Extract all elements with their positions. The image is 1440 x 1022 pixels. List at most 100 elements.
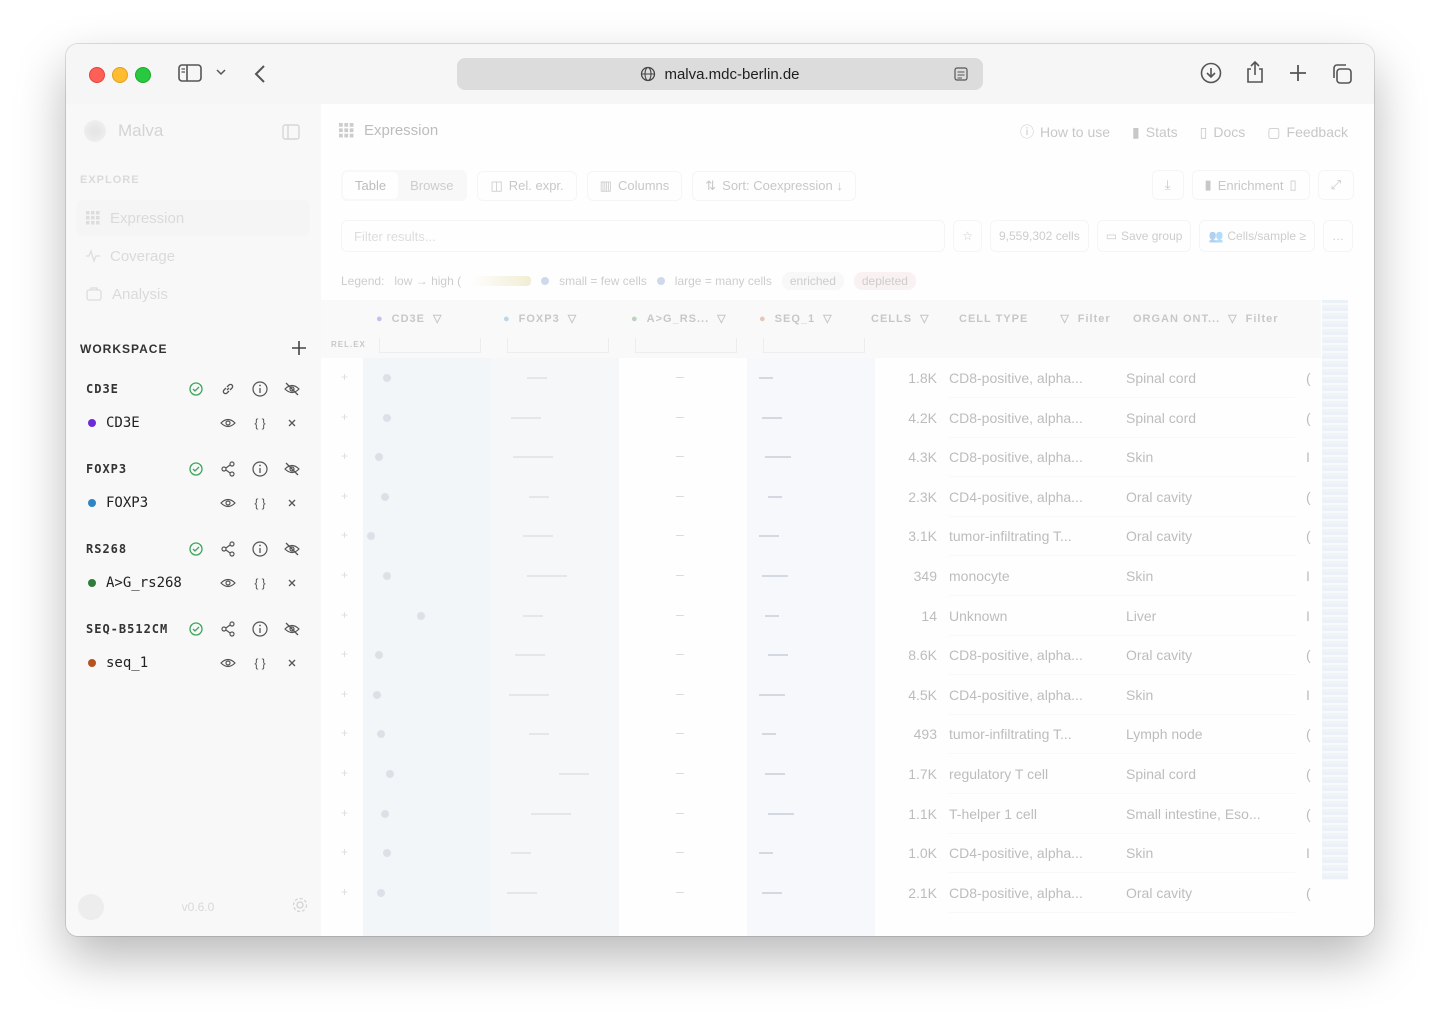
expand-row-icon[interactable]: + <box>341 766 348 780</box>
minimize-window-button[interactable] <box>112 67 128 83</box>
filter-icon[interactable]: ▽ <box>1060 312 1069 325</box>
eye-off-icon[interactable] <box>282 539 302 559</box>
organ-value[interactable]: Oral cavity <box>1126 885 1296 901</box>
organ-value[interactable]: Lymph node <box>1126 726 1296 742</box>
check-circle-icon[interactable] <box>186 379 206 399</box>
cell-type-value[interactable]: CD8-positive, alpha... <box>949 647 1115 663</box>
expand-row-icon[interactable]: + <box>341 370 348 384</box>
check-circle-icon[interactable] <box>186 619 206 639</box>
table-row[interactable]: + – 4.2K CD8-positive, alpha... Spinal cord ( <box>321 398 1321 438</box>
expand-row-icon[interactable]: + <box>341 885 348 899</box>
info-icon[interactable] <box>250 619 270 639</box>
table-row[interactable]: + – 8.6K CD8-positive, alpha... Oral cavity ( <box>321 635 1321 676</box>
expand-button[interactable]: ⤢ <box>1317 170 1354 200</box>
expand-row-icon[interactable]: + <box>341 489 348 503</box>
app-brand[interactable]: Malva <box>84 120 163 142</box>
nav-coverage[interactable]: Coverage <box>76 238 310 274</box>
organ-value[interactable]: Oral cavity <box>1126 489 1296 505</box>
expand-row-icon[interactable]: + <box>341 528 348 542</box>
address-bar[interactable]: malva.mdc-berlin.de <box>457 58 983 90</box>
info-icon[interactable] <box>250 459 270 479</box>
table-row[interactable]: + – 349 monocyte Skin I <box>321 556 1321 596</box>
new-tab-icon[interactable] <box>1288 63 1308 83</box>
docs-link[interactable]: ▯ Docs <box>1200 122 1246 142</box>
braces-icon[interactable]: { } <box>250 653 270 673</box>
organ-value[interactable]: Liver <box>1126 608 1296 624</box>
close-window-button[interactable] <box>89 67 105 83</box>
download-icon[interactable] <box>1200 62 1222 84</box>
share-nodes-icon[interactable] <box>218 539 238 559</box>
organ-value[interactable]: Spinal cord <box>1126 766 1296 782</box>
zoom-window-button[interactable] <box>135 67 151 83</box>
expand-row-icon[interactable]: + <box>341 608 348 622</box>
tab-overview-icon[interactable] <box>1331 63 1353 85</box>
organ-value[interactable]: Skin <box>1126 449 1296 465</box>
table-row[interactable]: + – 4.3K CD8-positive, alpha... Skin I <box>321 437 1321 478</box>
cell-type-value[interactable]: CD4-positive, alpha... <box>949 845 1115 861</box>
stats-link[interactable]: ▮ Stats <box>1132 122 1178 142</box>
filter-input[interactable]: Filter results... <box>341 220 946 252</box>
rel-expr-button[interactable]: ◫ Rel. expr. <box>477 170 577 201</box>
organ-value[interactable]: Oral cavity <box>1126 647 1296 663</box>
sidebar-toggle-icon[interactable] <box>178 63 202 83</box>
col-cells[interactable]: CELLS ▽ <box>871 312 930 326</box>
expand-row-icon[interactable]: + <box>341 845 348 859</box>
organ-value[interactable]: Oral cavity <box>1126 528 1296 544</box>
more-button[interactable]: … <box>1323 220 1353 252</box>
share-nodes-icon[interactable] <box>218 619 238 639</box>
link-icon[interactable] <box>218 379 238 399</box>
chevron-down-icon[interactable] <box>216 68 226 76</box>
table-row[interactable]: + – 2.1K CD8-positive, alpha... Oral cavity ( <box>321 873 1321 913</box>
filter-icon[interactable]: ▽ <box>823 312 832 325</box>
cell-type-value[interactable]: CD8-positive, alpha... <box>949 449 1115 465</box>
cell-type-value[interactable]: CD4-positive, alpha... <box>949 489 1115 505</box>
gear-icon[interactable] <box>292 897 308 918</box>
table-row[interactable]: + – 493 tumor-infiltrating T... Lymph node ( <box>321 714 1321 755</box>
braces-icon[interactable]: { } <box>250 573 270 593</box>
table-row[interactable]: + – 4.5K CD4-positive, alpha... Skin I <box>321 675 1321 715</box>
expand-row-icon[interactable]: + <box>341 687 348 701</box>
feedback-link[interactable]: ▢ Feedback <box>1267 122 1348 142</box>
share-icon[interactable] <box>1245 60 1265 84</box>
check-circle-icon[interactable] <box>186 459 206 479</box>
cell-type-value[interactable]: CD8-positive, alpha... <box>949 885 1115 901</box>
cell-type-value[interactable]: CD8-positive, alpha... <box>949 370 1115 386</box>
organ-value[interactable]: Spinal cord <box>1126 410 1296 426</box>
back-icon[interactable] <box>254 64 266 84</box>
group-item[interactable]: A>G_rs268 { } <box>86 572 302 594</box>
table-row[interactable]: + – 1.7K regulatory T cell Spinal cord ( <box>321 754 1321 794</box>
expand-row-icon[interactable]: + <box>341 726 348 740</box>
close-icon[interactable] <box>282 413 302 433</box>
cell-type-value[interactable]: regulatory T cell <box>949 766 1115 782</box>
eye-icon[interactable] <box>218 493 238 513</box>
eye-off-icon[interactable] <box>282 619 302 639</box>
eye-icon[interactable] <box>218 573 238 593</box>
expand-row-icon[interactable]: + <box>341 647 348 661</box>
cell-type-value[interactable]: tumor-infiltrating T... <box>949 528 1115 544</box>
avatar[interactable] <box>78 894 104 920</box>
cell-type-value[interactable]: CD4-positive, alpha... <box>949 687 1115 703</box>
sort-button[interactable]: ⇅ Sort: Coexpression ↓ <box>692 170 856 201</box>
filter-icon[interactable]: ▽ <box>920 312 929 325</box>
expand-row-icon[interactable]: + <box>341 806 348 820</box>
table-row[interactable]: + – 1.0K CD4-positive, alpha... Skin I <box>321 833 1321 874</box>
nav-analysis[interactable]: Analysis <box>76 276 310 312</box>
organ-value[interactable]: Small intestine, Eso... <box>1126 806 1296 822</box>
table-row[interactable]: + – 1.8K CD8-positive, alpha... Spinal cord ( <box>321 358 1321 398</box>
filter-icon[interactable]: ▽ <box>717 312 726 325</box>
eye-icon[interactable] <box>218 413 238 433</box>
braces-icon[interactable]: { } <box>250 413 270 433</box>
favorite-button[interactable]: ☆ <box>953 220 982 252</box>
filter-icon[interactable]: ▽ <box>1228 312 1237 325</box>
col-cell-type[interactable]: CELL TYPE ▽ Filter <box>959 312 1111 326</box>
braces-icon[interactable]: { } <box>250 493 270 513</box>
organ-value[interactable]: Skin <box>1126 845 1296 861</box>
reader-icon[interactable] <box>953 66 969 82</box>
col-seq[interactable]: ● SEQ_1 ▽ <box>759 312 833 326</box>
cell-type-value[interactable]: CD8-positive, alpha... <box>949 410 1115 426</box>
eye-icon[interactable] <box>218 653 238 673</box>
info-icon[interactable] <box>250 379 270 399</box>
col-organ[interactable]: ORGAN ONT... ▽ Filter <box>1133 312 1279 326</box>
add-group-icon[interactable] <box>292 339 306 359</box>
collapse-sidebar-icon[interactable] <box>282 124 300 145</box>
